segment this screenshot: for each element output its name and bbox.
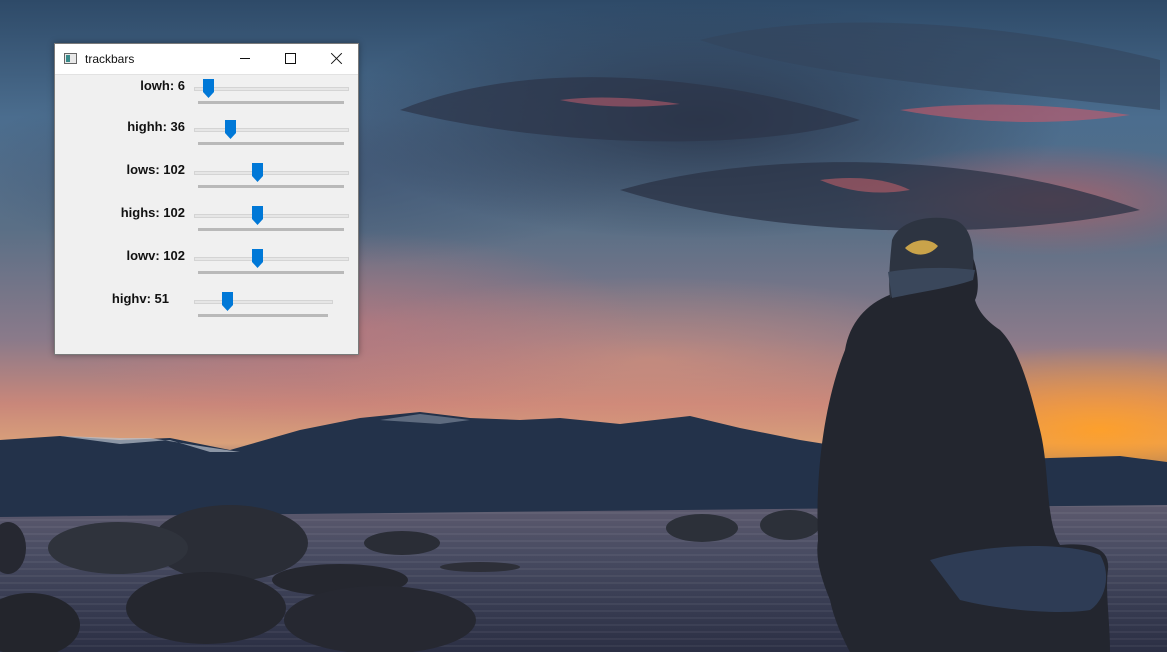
app-window-icon — [64, 53, 77, 64]
trackbars-window: trackbars lowh: 6 highh: 36 lows: 102 hi… — [54, 43, 359, 355]
close-button[interactable] — [313, 44, 359, 73]
slider-thumb[interactable] — [252, 163, 264, 182]
slider-thumb[interactable] — [252, 206, 264, 225]
tick-marks — [198, 271, 344, 274]
trackbar-highh: highh: 36 — [55, 116, 358, 159]
trackbar-label: highh: 36 — [127, 119, 185, 134]
trackbar-lows: lows: 102 — [55, 159, 358, 202]
trackbar-highv: highv: 51 — [55, 288, 358, 331]
trackbar-lowv: lowv: 102 — [55, 245, 358, 288]
slider-thumb[interactable] — [252, 249, 264, 268]
slider-track[interactable] — [194, 300, 333, 304]
slider-thumb[interactable] — [225, 120, 237, 139]
maximize-button[interactable] — [267, 44, 313, 73]
slider-track[interactable] — [194, 171, 349, 175]
maximize-icon — [284, 53, 296, 64]
slider-track[interactable] — [194, 87, 349, 91]
trackbar-label: lowh: 6 — [140, 78, 185, 93]
slider-thumb[interactable] — [202, 79, 214, 98]
tick-marks — [198, 142, 344, 145]
tick-marks — [198, 228, 344, 231]
window-title: trackbars — [85, 52, 135, 66]
trackbar-highs: highs: 102 — [55, 202, 358, 245]
trackbar-label: lows: 102 — [126, 162, 185, 177]
tick-marks — [198, 185, 344, 188]
trackbar-lowh: lowh: 6 — [55, 75, 358, 118]
minimize-button[interactable] — [222, 44, 268, 73]
slider-track[interactable] — [194, 257, 349, 261]
title-bar[interactable]: trackbars — [55, 44, 358, 75]
close-icon — [331, 53, 342, 64]
tick-marks — [198, 314, 328, 317]
trackbar-label: highs: 102 — [120, 205, 185, 220]
minimize-icon — [240, 58, 250, 59]
slider-track[interactable] — [194, 128, 349, 132]
trackbar-label: lowv: 102 — [126, 248, 185, 263]
slider-track[interactable] — [194, 214, 349, 218]
tick-marks — [198, 101, 344, 104]
trackbar-label: highv: 51 — [111, 291, 169, 306]
slider-thumb[interactable] — [222, 292, 233, 311]
